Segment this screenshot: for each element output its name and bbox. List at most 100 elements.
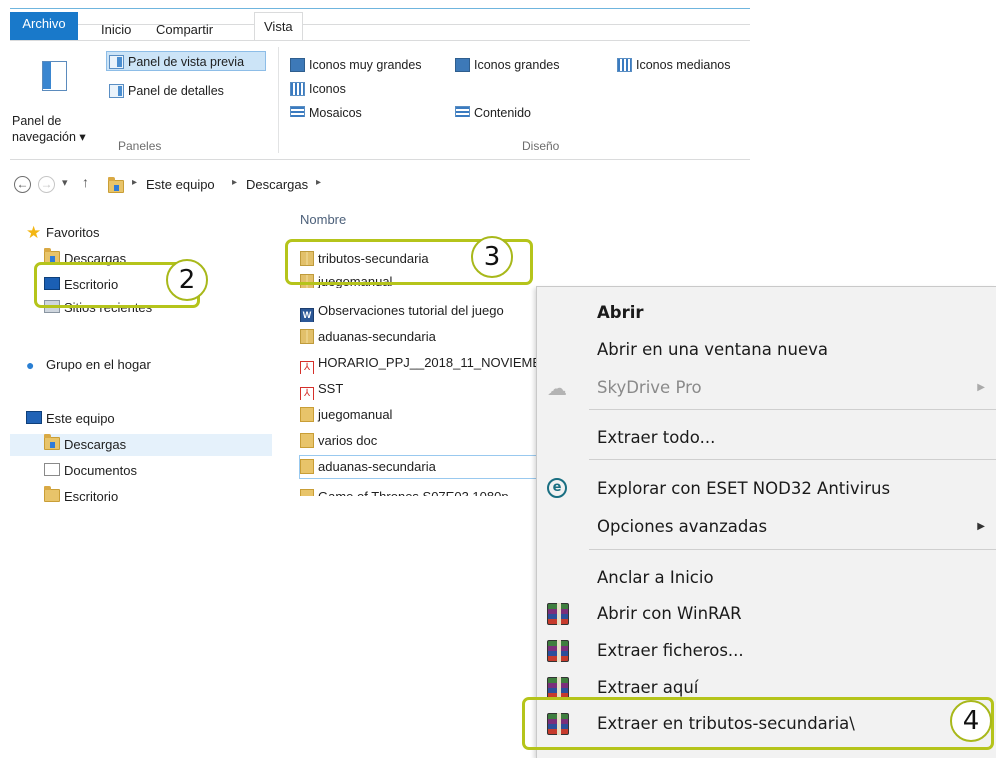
eset-icon: e [547,478,567,498]
large-icons-button[interactable]: Iconos grandes [453,55,559,75]
icons-button[interactable]: Iconos [288,79,346,99]
tab-compartir[interactable]: Compartir [147,17,222,42]
content-button[interactable]: Contenido [453,103,531,117]
breadcrumb-separator-icon: ▸ [232,177,238,188]
preview-pane-icon [109,55,124,69]
tab-vista[interactable]: Vista [254,12,303,41]
address-bar: ← → ▾ ↑ ▸ Este equipo ▸ Descargas ▸ [10,172,750,200]
computer-icon [26,411,42,424]
navigation-pane: ★ Favoritos Descargas Escritorio Sitios r… [10,208,280,505]
extra-large-icons-button[interactable]: Iconos muy grandes [288,55,422,75]
breadcrumb-this-pc[interactable]: Este equipo [146,177,215,192]
menu-item-open-winrar[interactable]: Abrir con WinRAR [537,595,996,632]
downloads-folder-icon [108,177,124,193]
medium-icons-icon [617,58,632,72]
nav-this-pc-label: Este equipo [46,411,115,426]
tiles-icon [290,106,305,117]
winrar-icon [547,640,569,662]
winrar-icon [547,603,569,625]
nav-pc-downloads-label: Descargas [64,437,127,452]
file-row[interactable]: aduanas-secundaria [299,455,541,479]
cloud-icon: ☁ [547,376,567,400]
ribbon-tabs: Archivo Inicio Compartir Vista [10,0,750,41]
menu-item-extract-files-label: Extraer ficheros... [597,641,744,660]
menu-item-open-winrar-label: Abrir con WinRAR [597,604,742,623]
breadcrumb[interactable]: ▸ Este equipo ▸ Descargas ▸ [106,176,366,196]
menu-item-open[interactable]: Abrir [537,294,996,331]
step-4-highlight [522,697,994,750]
file-row[interactable]: W Observaciones tutorial del juego [300,300,540,322]
breadcrumb-downloads[interactable]: Descargas [246,177,308,192]
pdf-file-icon: ⅄ [300,361,314,374]
breadcrumb-separator-icon: ▸ [316,177,322,188]
tab-inicio[interactable]: Inicio [92,17,140,42]
file-name: Observaciones tutorial del juego [318,303,504,318]
documents-icon [44,463,60,476]
menu-item-open-new-window[interactable]: Abrir en una ventana nueva [537,331,996,368]
medium-icons-button[interactable]: Iconos medianos [615,55,731,75]
details-pane-button[interactable]: Panel de detalles [107,81,224,101]
nav-documents[interactable]: Documentos [44,460,137,482]
menu-separator [589,549,996,550]
navigation-pane-button[interactable]: Panel de navegación ▾ [12,55,102,144]
folder-file-icon [300,489,314,496]
tiles-button[interactable]: Mosaicos [288,103,362,117]
menu-item-extract-files[interactable]: Extraer ficheros... [537,632,996,669]
nav-pc-desktop[interactable]: Escritorio [44,486,118,505]
content-label: Contenido [474,106,531,117]
file-row[interactable]: varios doc [300,430,540,452]
word-file-icon: W [300,308,314,322]
nav-homegroup[interactable]: ● Grupo en el hogar [26,354,151,376]
nav-pc-downloads[interactable]: Descargas [10,434,272,456]
file-row[interactable]: ⅄ SST [300,378,540,400]
folder-file-icon [300,433,314,448]
folder-file-icon [300,407,314,422]
large-icons-label: Iconos grandes [474,58,560,72]
pdf-file-icon: ⅄ [300,387,314,400]
nav-homegroup-label: Grupo en el hogar [46,357,151,372]
file-name: juegomanual [318,407,393,422]
submenu-arrow-icon: ▶ [977,521,985,532]
back-arrow-icon[interactable]: ← [14,176,31,193]
menu-item-pin-start[interactable]: Anclar a Inicio [537,559,996,596]
up-arrow-icon[interactable]: ↑ [82,174,89,190]
menu-item-eset-scan[interactable]: e Explorar con ESET NOD32 Antivirus [537,470,996,507]
file-name: varios doc [318,433,378,448]
file-row[interactable]: ⅄ HORARIO_PPJ__2018_11_NOVIEMBRE [300,352,540,374]
file-row[interactable]: Game of Thrones S07E03 1080p [300,482,540,496]
preview-pane-label: Panel de vista previa [128,55,245,69]
menu-item-advanced-label: Opciones avanzadas [597,517,768,536]
recent-locations-chevron-icon[interactable]: ▾ [62,176,68,189]
nav-favorites-label: Favoritos [46,225,100,240]
menu-item-extract-all[interactable]: Extraer todo... [537,419,996,456]
forward-arrow-icon[interactable]: → [38,176,55,193]
preview-pane-button[interactable]: Panel de vista previa [106,51,266,71]
nav-favorites[interactable]: ★ Favoritos [26,222,99,244]
submenu-arrow-icon: ▶ [977,382,985,393]
step-3-badge: 3 [471,236,513,278]
file-row[interactable]: aduanas-secundaria [300,326,540,348]
desktop-folder-icon [44,486,60,502]
nav-pc-desktop-label: Escritorio [64,489,119,504]
group-label-layout: Diseño [522,139,560,153]
details-pane-label: Panel de detalles [128,84,224,98]
menu-item-advanced-options[interactable]: Opciones avanzadas ▶ [537,508,996,545]
navigation-pane-icon [42,61,67,91]
nav-this-pc[interactable]: Este equipo [26,408,115,430]
folder-file-icon [300,459,314,474]
tiles-label: Mosaicos [309,106,362,117]
menu-separator [589,409,996,410]
icons-label: Iconos [309,82,346,96]
file-name: aduanas-secundaria [318,329,436,344]
tab-archivo[interactable]: Archivo [10,12,78,40]
breadcrumb-separator-icon: ▸ [132,177,138,188]
navigation-pane-label-1: Panel de [12,114,62,128]
menu-item-skydrive-pro[interactable]: ☁ SkyDrive Pro ▶ [537,369,996,406]
medium-icons-label: Iconos medianos [636,58,731,72]
file-row[interactable]: juegomanual [300,404,540,426]
context-menu: Abrir Abrir en una ventana nueva ☁ SkyDr… [536,286,996,758]
column-header-name[interactable]: Nombre [300,212,346,227]
title-accent-line [10,8,750,9]
file-name: SST [318,381,344,396]
file-name: HORARIO_PPJ__2018_11_NOVIEMBRE [318,355,540,370]
